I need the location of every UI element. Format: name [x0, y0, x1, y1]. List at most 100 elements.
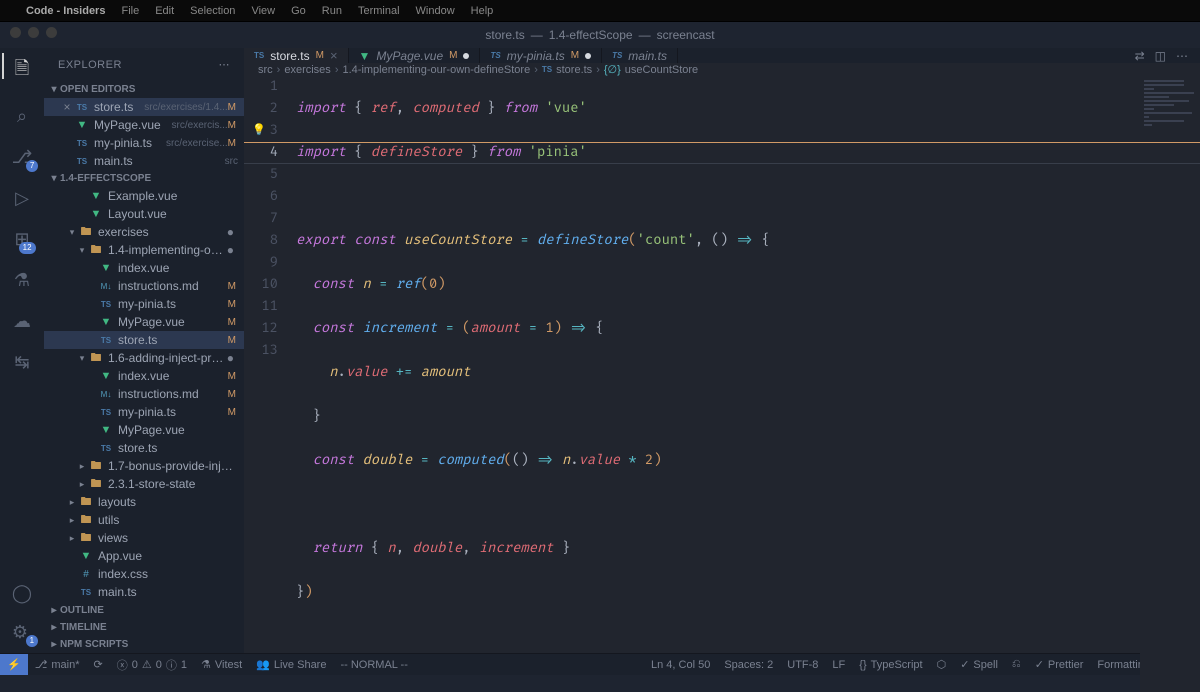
close-icon[interactable]: × [330, 48, 338, 63]
line-number[interactable]: 13 [244, 340, 278, 362]
line-number[interactable]: 10 [244, 274, 278, 296]
file-item[interactable]: TSstore.ts [44, 439, 244, 457]
folder-item[interactable]: ▸🖿views [44, 529, 244, 547]
split-editor-icon[interactable]: ◫ [1155, 49, 1166, 63]
folder-item[interactable]: ▸🖿layouts [44, 493, 244, 511]
line-number[interactable]: 11 [244, 296, 278, 318]
menu-edit[interactable]: Edit [155, 5, 174, 17]
open-editors-header[interactable]: ▾ OPEN EDITORS [44, 81, 244, 98]
menu-go[interactable]: Go [291, 5, 306, 17]
menu-file[interactable]: File [121, 5, 139, 17]
tree-label: my-pinia.ts [118, 297, 228, 311]
folder-item[interactable]: ▾🖿1.4-implementing-our-...● [44, 241, 244, 259]
file-item[interactable]: TSmy-pinia.tsM [44, 295, 244, 313]
npm-scripts-header[interactable]: ▸ NPM SCRIPTS [44, 636, 244, 653]
project-header[interactable]: ▾ 1.4-EFFECTSCOPE [44, 170, 244, 187]
folderopen-icon: 🖿 [78, 223, 94, 242]
vue-icon: ▼ [98, 424, 114, 436]
line-number[interactable]: 6 [244, 186, 278, 208]
file-item[interactable]: TSmy-pinia.tsM [44, 403, 244, 421]
file-item[interactable]: M↓instructions.mdM [44, 385, 244, 403]
menu-selection[interactable]: Selection [190, 5, 235, 17]
source-control-icon[interactable]: ⎇7 [12, 147, 33, 168]
breadcrumb-item[interactable]: exercises [284, 64, 330, 76]
menu-window[interactable]: Window [416, 5, 455, 17]
file-item[interactable]: M↓instructions.mdM [44, 277, 244, 295]
minimize-window-icon[interactable] [28, 27, 39, 38]
line-number[interactable]: 1 [244, 76, 278, 98]
extensions-icon[interactable]: ⊞12 [14, 229, 29, 250]
breadcrumb-item[interactable]: 1.4-implementing-our-own-defineStore [342, 64, 530, 76]
breadcrumb-item[interactable]: src [258, 64, 273, 76]
file-item[interactable]: ▼Layout.vue [44, 205, 244, 223]
breadcrumb-symbol[interactable]: useCountStore [625, 64, 698, 76]
traffic-lights[interactable] [10, 27, 57, 38]
close-icon[interactable]: × [60, 100, 74, 114]
code-editor[interactable]: 💡 12345678910111213 import { ref, comput… [244, 76, 1200, 692]
file-item[interactable]: TSstore.tsM [44, 331, 244, 349]
outline-header[interactable]: ▸ OUTLINE [44, 602, 244, 619]
file-item[interactable]: ▼MyPage.vue [44, 421, 244, 439]
menu-terminal[interactable]: Terminal [358, 5, 400, 17]
file-item[interactable]: ▼Example.vue [44, 187, 244, 205]
accounts-icon[interactable]: ◯ [12, 583, 32, 604]
line-number[interactable]: 7 [244, 208, 278, 230]
file-item[interactable]: TSmain.ts [44, 583, 244, 601]
timeline-header[interactable]: ▸ TIMELINE [44, 619, 244, 636]
window-titlebar: store.ts — 1.4-effectScope — screencast [0, 22, 1200, 48]
code-content[interactable]: import { ref, computed } from 'vue' impo… [292, 76, 1140, 692]
timeline-label: TIMELINE [60, 622, 107, 633]
editor-tab[interactable]: TSmy-pinia.tsM [480, 48, 602, 63]
folder-item[interactable]: ▾🖿1.6-adding-inject-pro-...● [44, 349, 244, 367]
testing-icon[interactable]: ⚗ [14, 270, 30, 291]
open-editor-item[interactable]: ▼MyPage.vuesrc/exercis...M [44, 116, 244, 134]
file-item[interactable]: #index.css [44, 565, 244, 583]
compare-changes-icon[interactable]: ⇄ [1135, 49, 1145, 63]
breadcrumb-item[interactable]: store.ts [556, 64, 592, 76]
ts-icon: TS [98, 444, 114, 453]
explorer-icon[interactable]: 🗎 [15, 56, 29, 86]
breadcrumb[interactable]: src› exercises› 1.4-implementing-our-own… [244, 63, 1200, 76]
folder-item[interactable]: ▾🖿exercises● [44, 223, 244, 241]
menu-run[interactable]: Run [322, 5, 342, 17]
editor-tab[interactable]: ▼MyPage.vueM [349, 48, 481, 63]
line-number[interactable]: 8 [244, 230, 278, 252]
close-window-icon[interactable] [10, 27, 21, 38]
tree-label: MyPage.vue [118, 315, 228, 329]
vitest-status[interactable]: ⚗ Vitest [194, 658, 249, 671]
tabs-more-icon[interactable]: ⋯ [1176, 49, 1188, 63]
remote-explorer-icon[interactable]: ☁ [13, 311, 31, 332]
modified-indicator: M [228, 389, 238, 400]
lightbulb-icon[interactable]: 💡 [252, 120, 266, 142]
menu-help[interactable]: Help [471, 5, 494, 17]
maximize-window-icon[interactable] [46, 27, 57, 38]
git-branch[interactable]: ⎇ main* [28, 658, 87, 671]
line-number[interactable]: 2 [244, 98, 278, 120]
folder-item[interactable]: ▸🖿1.7-bonus-provide-inject-ta... [44, 457, 244, 475]
file-item[interactable]: ▼MyPage.vueM [44, 313, 244, 331]
open-editor-item[interactable]: TSmain.tssrc [44, 152, 244, 170]
ports-icon[interactable]: ↹ [14, 352, 29, 373]
line-number[interactable]: 5 [244, 164, 278, 186]
line-number[interactable]: 12 [244, 318, 278, 340]
minimap[interactable] [1140, 76, 1200, 692]
settings-icon[interactable]: ⚙1 [12, 622, 32, 643]
search-icon[interactable]: ⌕ [17, 106, 27, 127]
folder-item[interactable]: ▸🖿2.3.1-store-state [44, 475, 244, 493]
remote-indicator[interactable]: ⚡ [0, 654, 28, 675]
file-item[interactable]: ▼index.vue [44, 259, 244, 277]
file-item[interactable]: ▼App.vue [44, 547, 244, 565]
git-sync[interactable]: ⟳ [87, 658, 110, 671]
line-number[interactable]: 9 [244, 252, 278, 274]
menu-view[interactable]: View [251, 5, 275, 17]
line-number[interactable]: 4 [244, 142, 278, 164]
problems[interactable]: ⓧ 0 ⚠ 0 ⓘ 1 [110, 657, 194, 673]
open-editor-item[interactable]: TSmy-pinia.tssrc/exercise...M [44, 134, 244, 152]
open-editor-item[interactable]: ×TSstore.tssrc/exercises/1.4...M [44, 98, 244, 116]
run-debug-icon[interactable]: ▷ [15, 188, 29, 209]
file-item[interactable]: ▼index.vueM [44, 367, 244, 385]
editor-tab[interactable]: TSstore.tsM× [244, 48, 349, 63]
sidebar-more-icon[interactable]: ⋯ [219, 58, 231, 71]
editor-tab[interactable]: TSmain.ts [602, 48, 678, 63]
folder-item[interactable]: ▸🖿utils [44, 511, 244, 529]
